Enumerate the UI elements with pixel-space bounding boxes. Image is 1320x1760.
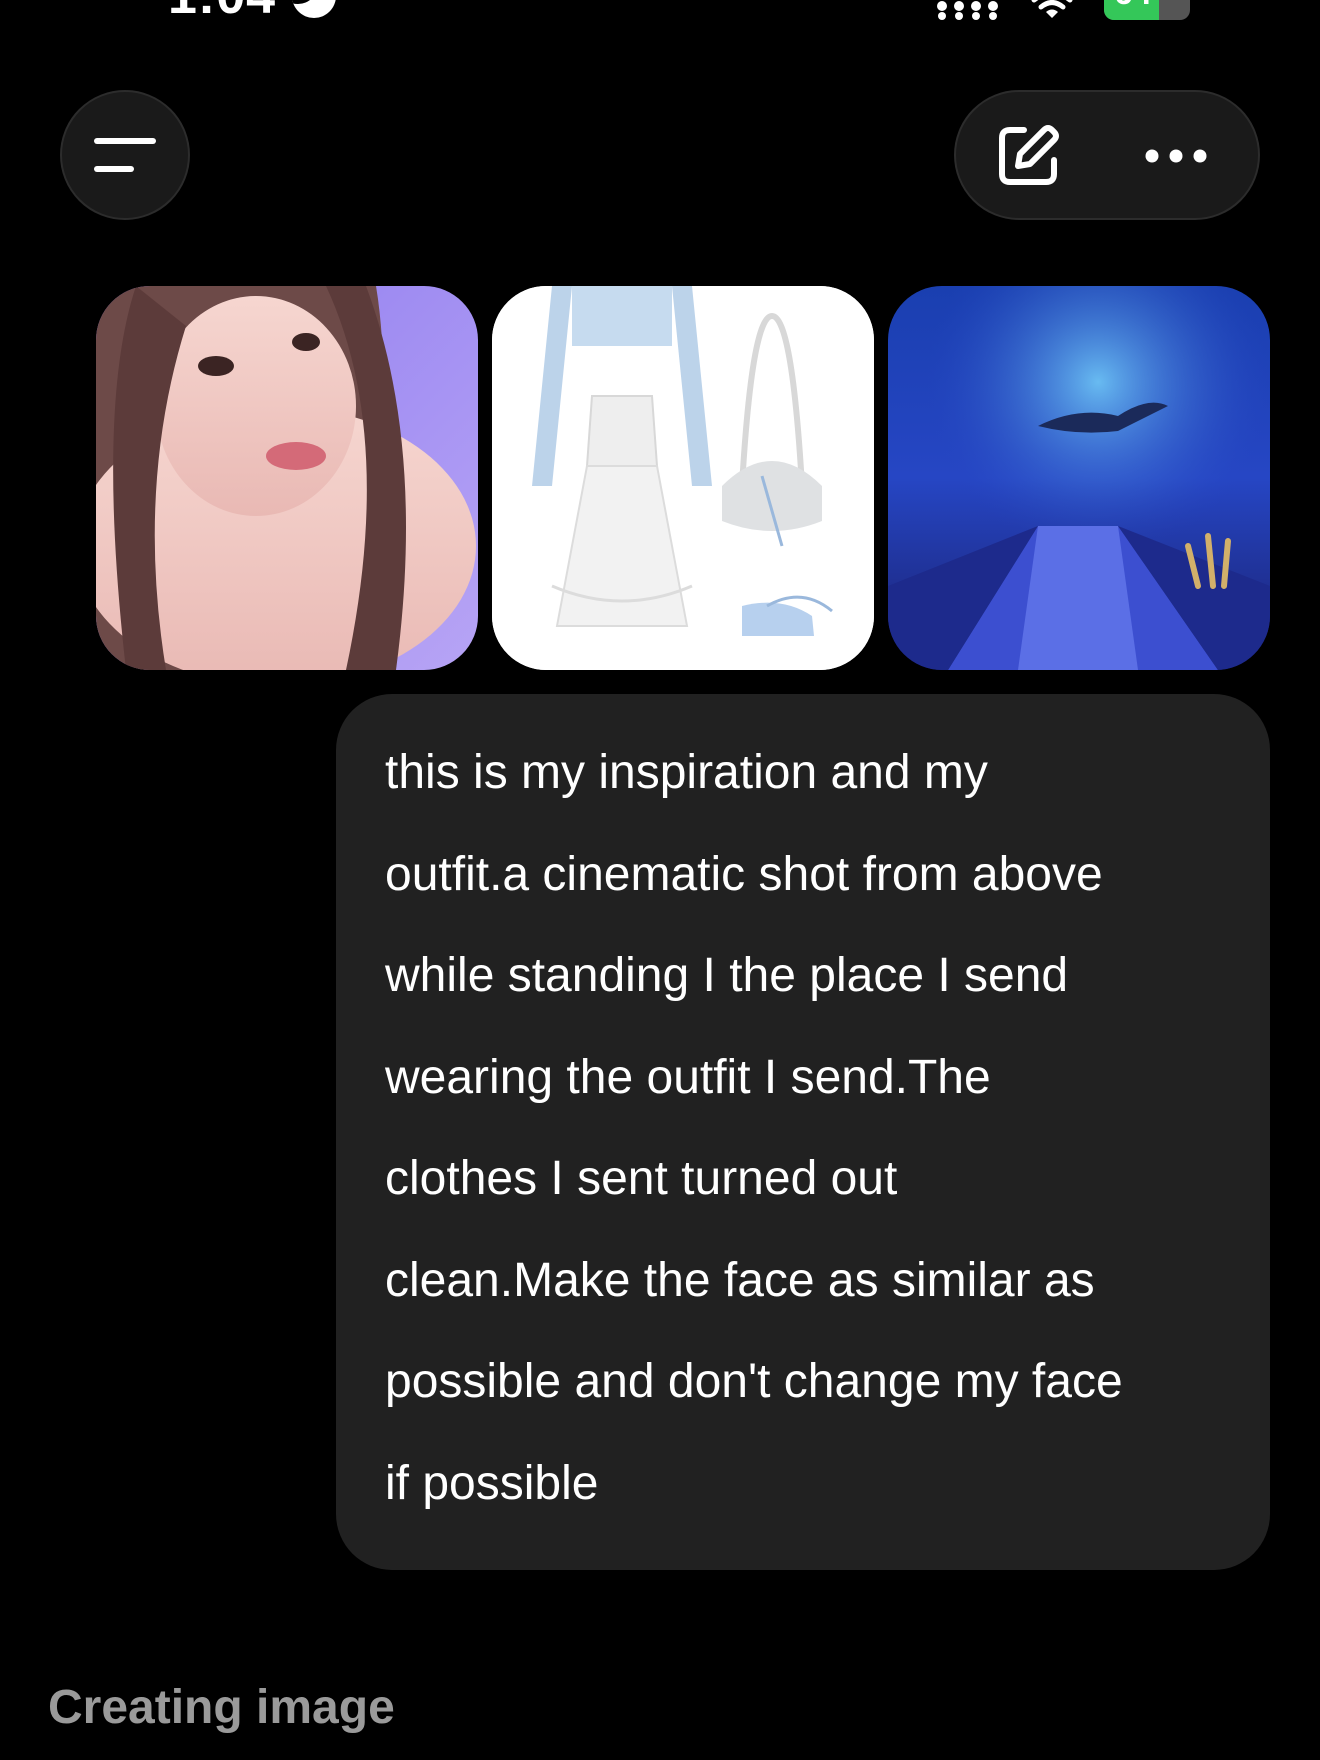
message-line: wearing the outfit I send.The <box>385 1050 991 1104</box>
message-line: this is my inspiration and my <box>385 746 988 799</box>
creating-image-status: Creating image <box>48 1681 395 1734</box>
menu-icon <box>94 138 156 172</box>
wifi-icon <box>1031 0 1073 18</box>
status-bar: 1:04 64 <box>0 0 1320 30</box>
battery-icon: 64 <box>1104 0 1190 20</box>
more-icon <box>1145 149 1207 163</box>
message-line: outfit.a cinematic shot from above <box>385 847 1103 901</box>
message-line: while standing I the place I send <box>385 949 1069 1002</box>
attachment-portrait-image[interactable] <box>96 286 478 670</box>
message-line: clean.Make the face as similar as <box>385 1253 1095 1307</box>
user-message-bubble: this is my inspiration and my outfit.a c… <box>336 694 1270 1570</box>
message-line: if possible <box>385 1456 599 1510</box>
compose-button[interactable] <box>986 114 1070 198</box>
compose-icon <box>999 125 1059 185</box>
message-line: clothes I sent turned out <box>385 1152 898 1205</box>
more-button[interactable] <box>1126 114 1226 198</box>
menu-button[interactable] <box>60 90 190 220</box>
attachment-aquarium-image[interactable] <box>888 286 1270 670</box>
moon-icon <box>292 0 336 18</box>
status-time: 1:04 <box>168 0 276 26</box>
attachment-outfit-image[interactable] <box>492 286 874 670</box>
signal-icon <box>937 1 998 20</box>
battery-label: 64 <box>1114 0 1152 13</box>
header-actions <box>954 90 1260 220</box>
message-line: possible and don't change my face <box>385 1355 1123 1408</box>
